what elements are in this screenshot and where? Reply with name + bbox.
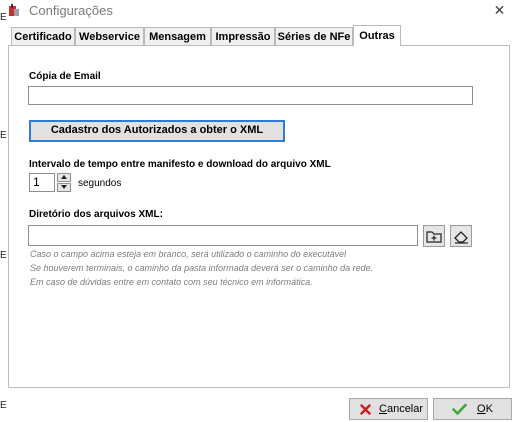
arrow-up-icon xyxy=(61,175,67,179)
interval-input[interactable]: 1 xyxy=(29,173,55,192)
checkmark-icon xyxy=(452,403,467,415)
tab-mensagem[interactable]: Mensagem xyxy=(144,27,211,45)
window-title: Configurações xyxy=(29,3,113,18)
tab-outras[interactable]: Outras xyxy=(353,25,401,46)
ok-button[interactable]: OK xyxy=(433,398,512,420)
tab-series-nfe[interactable]: Séries de NFe xyxy=(275,27,353,45)
settings-panel: Cópia de Email Cadastro dos Autorizados … xyxy=(8,45,510,388)
tab-impressao[interactable]: Impressão xyxy=(211,27,275,45)
folder-icon xyxy=(426,231,442,243)
cancel-label: Cancelar xyxy=(379,403,424,415)
interval-unit-label: segundos xyxy=(78,178,122,189)
directory-label: Diretório dos arquivos XML: xyxy=(29,209,163,220)
spin-down-button[interactable] xyxy=(57,183,71,192)
cancel-icon xyxy=(360,404,371,415)
app-icon xyxy=(9,4,19,16)
hint-text: Se houverem terminais, o caminho da past… xyxy=(30,263,374,273)
hint-text: Caso o campo acima esteja em branco, ser… xyxy=(30,249,347,259)
eraser-icon xyxy=(454,231,468,244)
authorized-list-button[interactable]: Cadastro dos Autorizados a obter o XML xyxy=(29,120,285,142)
browse-folder-button[interactable] xyxy=(423,225,445,247)
clear-field-button[interactable] xyxy=(450,225,472,247)
hint-text: Em caso de dúvidas entre em contato com … xyxy=(30,277,313,287)
cancel-button[interactable]: Cancelar xyxy=(349,398,428,420)
tab-certificado[interactable]: Certificado xyxy=(11,27,75,45)
background-edge-glyph: E xyxy=(0,130,7,141)
spin-up-button[interactable] xyxy=(57,173,71,182)
directory-input[interactable] xyxy=(28,225,418,246)
tab-webservice[interactable]: Webservice xyxy=(75,27,144,45)
title-bar: Configurações ✕ xyxy=(0,0,513,22)
close-icon[interactable]: ✕ xyxy=(486,0,513,22)
email-copy-label: Cópia de Email xyxy=(29,71,101,82)
background-edge-glyph: E xyxy=(0,400,7,411)
background-edge-glyph: E xyxy=(0,250,7,261)
interval-label: Intervalo de tempo entre manifesto e dow… xyxy=(29,159,331,170)
background-edge-glyph: E xyxy=(0,12,7,23)
ok-label: OK xyxy=(477,403,493,415)
email-copy-input[interactable] xyxy=(28,86,473,105)
arrow-down-icon xyxy=(61,185,67,189)
